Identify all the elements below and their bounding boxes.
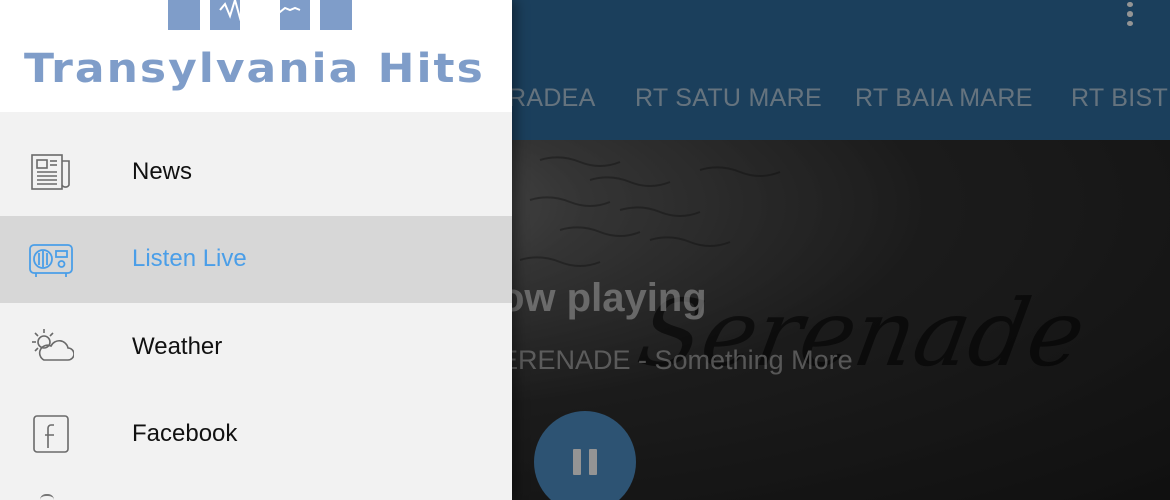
nav-item-weather[interactable]: Weather [0, 303, 512, 391]
nav-label-news: News [132, 157, 193, 185]
nav-item-listen-live[interactable]: Listen Live [0, 215, 512, 303]
nav-label-weather: Weather [132, 332, 223, 360]
navigation-drawer: Transylvania Hits News Listen Live Weath… [0, 0, 512, 500]
radio-icon [28, 236, 74, 282]
nav-item-facebook[interactable]: Facebook [0, 391, 512, 479]
next-item-icon [40, 494, 54, 500]
drawer-nav: News Listen Live Weather Facebook [0, 128, 512, 478]
nav-label-facebook: Facebook [132, 420, 238, 448]
weather-icon [28, 324, 74, 370]
newspaper-icon [28, 149, 74, 195]
logo-waveform-icon [168, 0, 352, 40]
nav-item-news[interactable]: News [0, 128, 512, 216]
drawer-header: Transylvania Hits [0, 0, 512, 112]
facebook-icon [28, 411, 74, 457]
logo-text: Transylvania Hits [24, 45, 485, 92]
nav-label-listen-live: Listen Live [132, 245, 247, 273]
